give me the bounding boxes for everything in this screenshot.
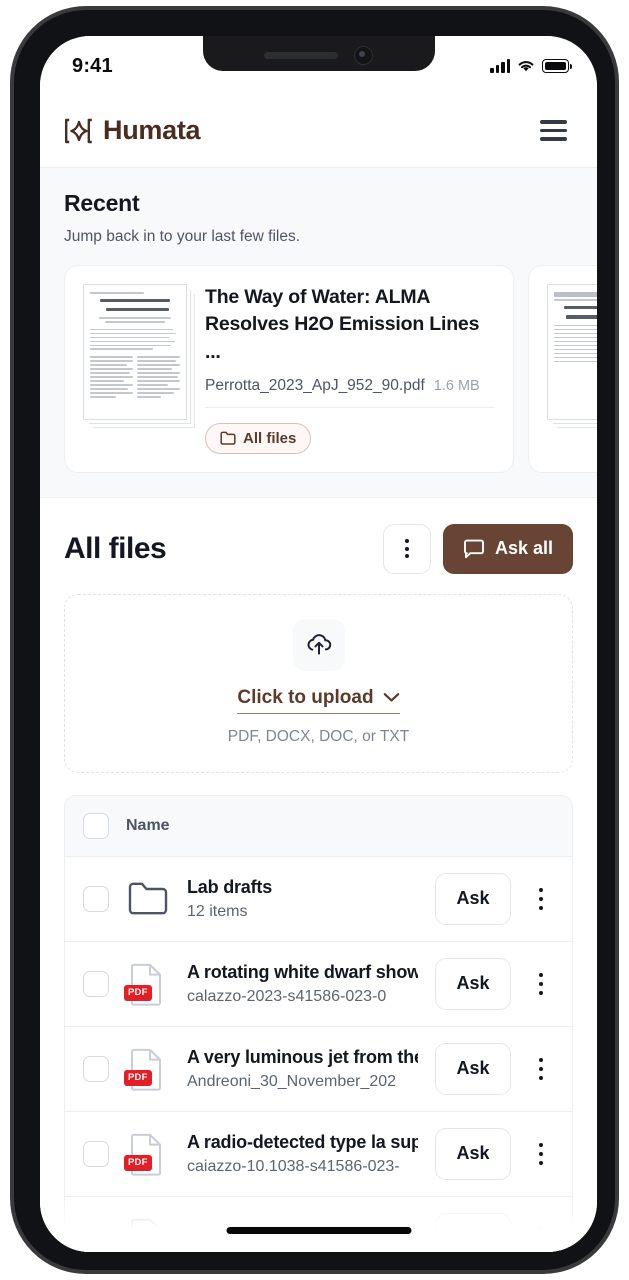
row-menu-icon[interactable] — [528, 1142, 554, 1166]
row-ask-button[interactable]: Ask — [435, 957, 511, 1010]
status-time: 9:41 — [72, 54, 113, 77]
row-text: A radio-detected type la sup caiazzo-10.… — [187, 1132, 418, 1176]
screenshot-stage: 9:41 Humata Recent Jump back in to your … — [0, 0, 629, 1280]
row-subtitle: caiazzo-10.1038-s41586-023- — [187, 1157, 400, 1175]
click-to-upload-button[interactable]: Click to upload — [237, 686, 400, 714]
row-name: Lab drafts — [187, 876, 273, 897]
upload-label-text: Click to upload — [237, 686, 374, 708]
divider — [205, 406, 495, 408]
status-indicators — [490, 58, 572, 73]
phone-screen: 9:41 Humata Recent Jump back in to your … — [40, 36, 597, 1252]
files-table-header: Name — [65, 795, 572, 857]
all-files-title: All files — [64, 531, 167, 565]
table-row[interactable]: Lab drafts 12 items Ask — [65, 856, 572, 942]
pdf-badge: PDF — [124, 1069, 152, 1086]
files-table: Name Lab drafts 12 items Ask PDF A rotat… — [64, 794, 573, 1252]
recent-card-filename: Perrotta_2023_ApJ_952_90.pdf — [205, 376, 425, 394]
document-thumbnail — [547, 284, 597, 420]
recent-title: Recent — [64, 190, 140, 216]
earpiece-speaker — [264, 52, 338, 59]
table-row[interactable]: PDF A radio-detected type la sup caiazzo… — [65, 1111, 572, 1197]
document-thumbnail — [83, 284, 187, 420]
pdf-badge: PDF — [124, 984, 152, 1001]
recent-subtitle: Jump back in to your last few files. — [64, 228, 301, 245]
all-files-more-button[interactable] — [382, 523, 431, 574]
all-files-section: All files Ask all Click to upload PDF, D… — [40, 497, 597, 1252]
home-indicator[interactable] — [226, 1227, 411, 1234]
upload-dropzone[interactable]: Click to upload PDF, DOCX, DOC, or TXT — [64, 593, 573, 773]
table-row[interactable]: PDF A rotating white dwarf shows calazzo… — [65, 941, 572, 1027]
front-camera-icon — [354, 46, 373, 65]
pdf-badge: PDF — [124, 1154, 152, 1171]
select-all-checkbox[interactable] — [83, 812, 109, 839]
table-row[interactable]: PDF A very luminous jet from the Andreon… — [65, 1026, 572, 1112]
row-ask-button[interactable]: Ask — [435, 1127, 511, 1180]
row-subtitle: calazzo-2023-s41586-023-0 — [187, 987, 387, 1005]
hamburger-menu-icon[interactable] — [536, 116, 571, 144]
recent-card-folder-chip[interactable]: All files — [205, 422, 312, 454]
row-menu-icon[interactable] — [528, 972, 554, 996]
all-files-header: All files Ask all — [64, 523, 573, 574]
row-checkbox[interactable] — [83, 1055, 109, 1082]
row-text: Lab drafts 12 items — [187, 877, 418, 921]
row-ask-button[interactable]: Ask — [435, 872, 511, 925]
row-checkbox[interactable] — [83, 1225, 109, 1252]
pdf-file-icon: PDF — [124, 961, 170, 1007]
pdf-file-icon: PDF — [124, 1131, 170, 1177]
recent-section: Recent Jump back in to your last few fil… — [40, 167, 597, 498]
recent-card-title: The Way of Water: ALMA Resolves H2O Emis… — [205, 286, 480, 363]
recent-card[interactable]: The Way of Water: ALMA Resolves H2O Emis… — [64, 265, 514, 473]
row-subtitle: 12 items — [187, 902, 248, 920]
recent-card-next[interactable] — [528, 265, 597, 473]
cloud-upload-icon — [292, 618, 345, 671]
row-subtitle: Andreoni_30_November_202 — [187, 1072, 397, 1090]
row-ask-button[interactable] — [435, 1212, 511, 1252]
humata-diamond-logo-icon — [65, 118, 92, 143]
row-text: A very luminous jet from the Andreoni_30… — [187, 1047, 418, 1091]
row-menu-icon[interactable] — [528, 887, 554, 911]
phone-bezel: 9:41 Humata Recent Jump back in to your … — [14, 10, 615, 1270]
chat-bubble-icon — [464, 539, 484, 559]
row-checkbox[interactable] — [83, 885, 109, 912]
battery-icon — [542, 59, 572, 73]
app-header: Humata — [40, 94, 597, 167]
row-checkbox[interactable] — [83, 1140, 109, 1167]
phone-frame: 9:41 Humata Recent Jump back in to your … — [10, 6, 619, 1274]
table-row[interactable] — [65, 1196, 572, 1252]
row-menu-icon[interactable] — [528, 1227, 554, 1251]
row-ask-button[interactable]: Ask — [435, 1042, 511, 1095]
folder-icon — [220, 432, 236, 446]
pdf-file-icon — [126, 1216, 170, 1252]
wifi-icon — [518, 61, 534, 72]
ask-all-button[interactable]: Ask all — [442, 523, 573, 574]
all-files-actions: Ask all — [382, 523, 573, 574]
row-text: A rotating white dwarf shows calazzo-202… — [187, 962, 418, 1006]
recent-card-chip-label: All files — [243, 429, 297, 447]
recent-card-filesize: 1.6 MB — [433, 377, 480, 394]
chevron-down-icon — [383, 693, 399, 702]
ask-all-label: Ask all — [494, 538, 553, 559]
folder-icon — [126, 876, 170, 922]
upload-hint: PDF, DOCX, DOC, or TXT — [227, 727, 410, 745]
brand-name: Humata — [103, 115, 201, 145]
brand-logo[interactable]: Humata — [64, 115, 201, 146]
pdf-file-icon: PDF — [124, 1046, 170, 1092]
row-name: A rotating white dwarf shows — [187, 961, 418, 982]
cellular-bars-icon — [490, 58, 510, 73]
row-name: A very luminous jet from the — [187, 1046, 418, 1067]
row-menu-icon[interactable] — [528, 1057, 554, 1081]
row-checkbox[interactable] — [83, 970, 109, 997]
row-name: A radio-detected type la sup — [187, 1131, 418, 1152]
column-header-name: Name — [126, 816, 170, 834]
recent-carousel[interactable]: The Way of Water: ALMA Resolves H2O Emis… — [40, 246, 597, 473]
notch — [202, 36, 435, 71]
